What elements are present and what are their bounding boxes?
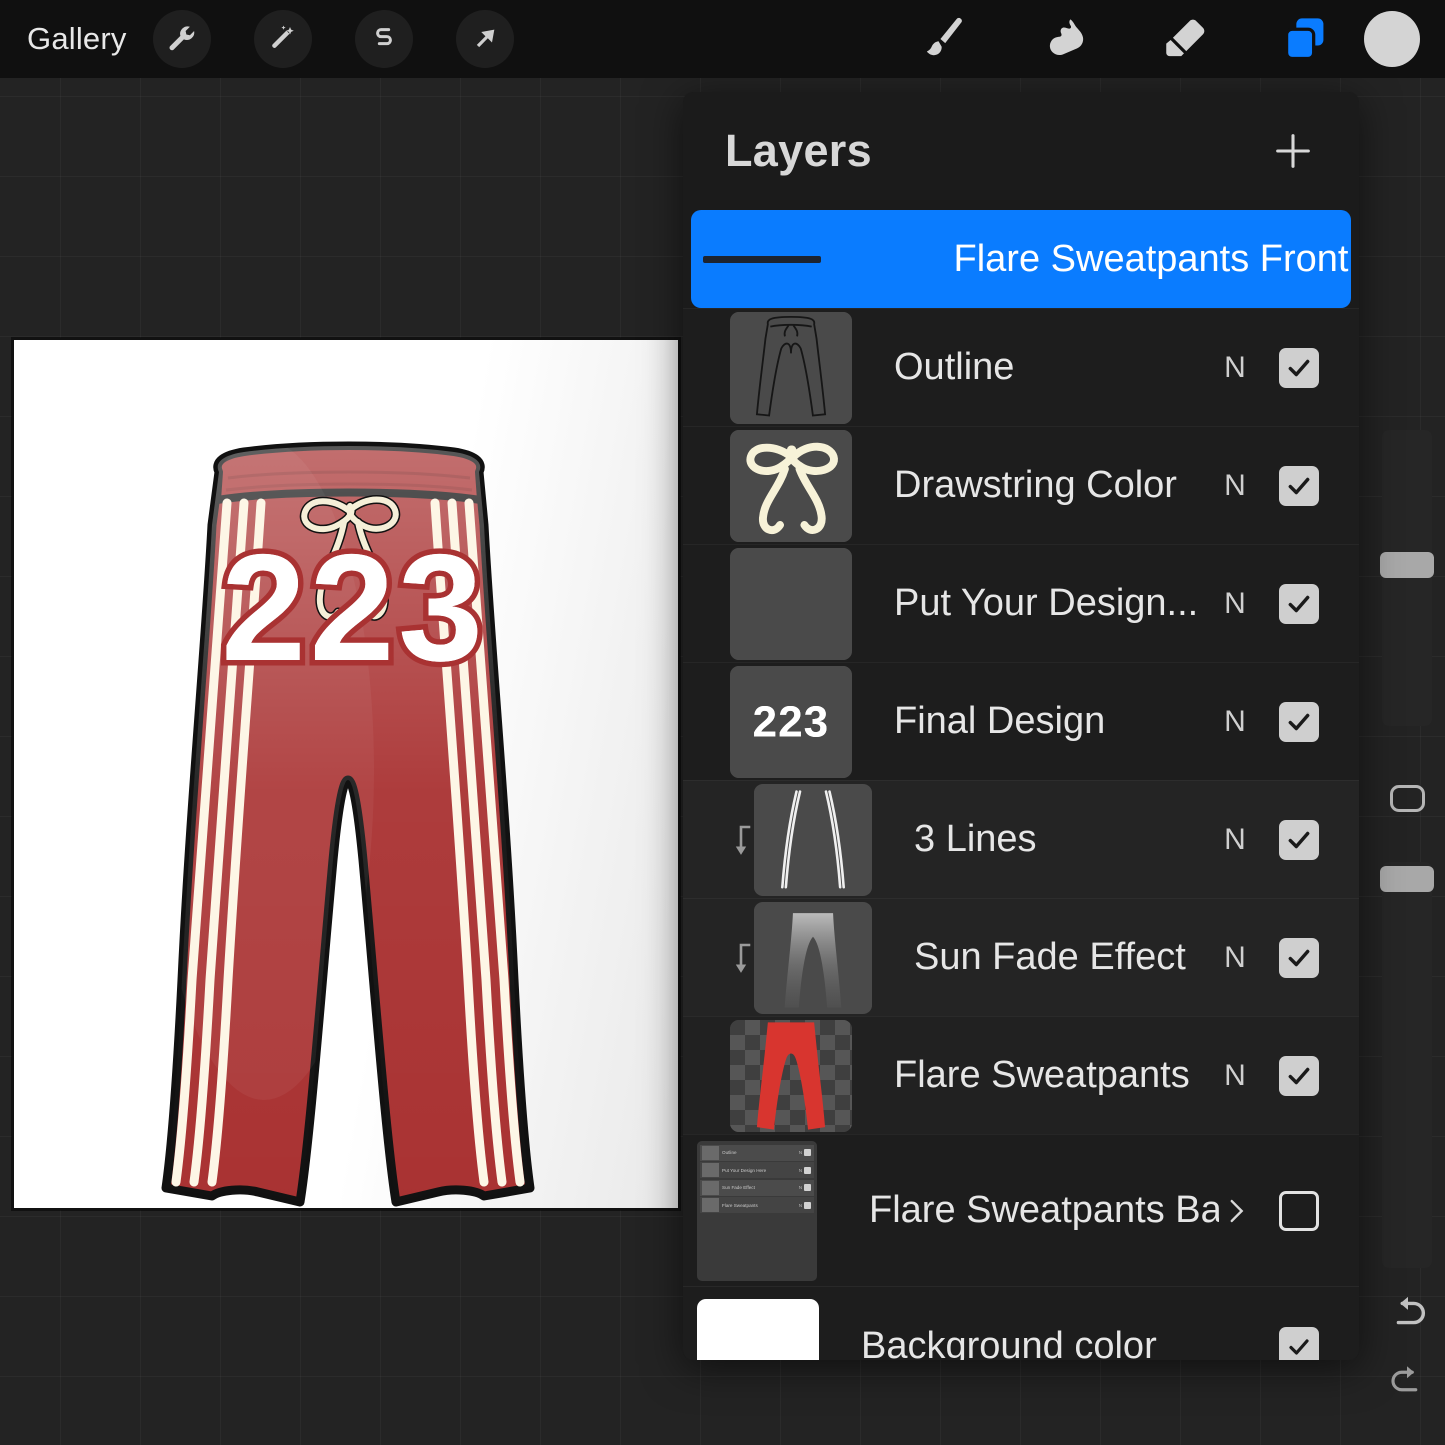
mini-thumbnail <box>702 1181 719 1195</box>
layer-thumbnail <box>730 430 852 542</box>
undo-button[interactable] <box>1385 1290 1431 1336</box>
layer-row-sun-fade-effect[interactable]: Sun Fade Effect N <box>683 898 1359 1016</box>
redo-button[interactable] <box>1385 1360 1429 1402</box>
clipping-mask-icon <box>728 941 754 975</box>
brush-opacity-slider[interactable] <box>1382 862 1432 1268</box>
layer-thumbnail <box>730 1020 852 1132</box>
mini-thumbnail <box>702 1163 719 1177</box>
layer-thumbnail: 223 223 <box>730 666 852 778</box>
background-color-swatch[interactable] <box>697 1299 819 1361</box>
mini-thumbnail <box>702 1198 719 1212</box>
blend-mode[interactable]: N <box>1205 469 1265 503</box>
layers-icon[interactable] <box>1274 8 1336 70</box>
svg-text:223: 223 <box>221 523 487 693</box>
mini-thumbnail <box>702 1146 719 1160</box>
layer-row-background-color[interactable]: Background color <box>683 1286 1359 1360</box>
brush-size-handle[interactable] <box>1380 552 1434 578</box>
layer-thumbnail <box>730 548 852 660</box>
svg-text:223: 223 <box>753 697 830 746</box>
top-toolbar: Gallery <box>0 0 1445 78</box>
layer-thumbnail <box>754 902 872 1014</box>
group-thumbnail <box>703 256 821 263</box>
color-swatch-button[interactable] <box>1364 11 1420 67</box>
list-item: Flare Sweatpants N <box>700 1197 814 1213</box>
layer-name: Final Design <box>894 700 1205 743</box>
chevron-right-icon[interactable] <box>1219 1189 1253 1233</box>
layers-panel: Layers Flare Sweatpants Front <box>683 92 1359 1360</box>
layer-visibility-checkbox[interactable] <box>1279 702 1319 742</box>
mini-layer-name: Flare Sweatpants <box>722 1203 799 1208</box>
gallery-button[interactable]: Gallery <box>27 21 127 57</box>
layer-thumbnail <box>754 784 872 896</box>
layer-visibility-checkbox[interactable] <box>1279 348 1319 388</box>
layer-group-label: Flare Sweatpants Back <box>869 1189 1219 1232</box>
layer-visibility-checkbox[interactable] <box>1279 466 1319 506</box>
layer-visibility-checkbox[interactable] <box>1279 584 1319 624</box>
layer-row-3-lines[interactable]: 3 Lines N <box>683 780 1359 898</box>
artwork-flare-sweatpants: 223 223 <box>14 340 680 1210</box>
layer-visibility-checkbox[interactable] <box>1279 1056 1319 1096</box>
layer-row-final-design[interactable]: 223 223 Final Design N <box>683 662 1359 780</box>
layer-group-label: Flare Sweatpants Front <box>821 238 1359 281</box>
blend-mode[interactable]: N <box>1205 823 1265 857</box>
blend-mode[interactable]: N <box>1205 1059 1265 1093</box>
layer-name: Put Your Design... <box>894 582 1205 625</box>
blend-mode[interactable]: N <box>1205 705 1265 739</box>
mini-blend-mode: N <box>799 1185 802 1190</box>
list-item: Put Your Design Here N <box>700 1162 814 1178</box>
mini-layer-name: Sun Fade Effect <box>722 1185 799 1190</box>
blend-mode[interactable]: N <box>1205 587 1265 621</box>
add-layer-button[interactable] <box>1270 128 1316 174</box>
transform-arrow-icon[interactable] <box>456 10 514 68</box>
mini-blend-mode: N <box>799 1168 802 1173</box>
layer-thumbnail <box>730 312 852 424</box>
layer-visibility-checkbox[interactable] <box>1279 1327 1319 1361</box>
mini-layer-name: Outline <box>722 1150 799 1155</box>
layer-row-put-your-design[interactable]: Put Your Design... N <box>683 544 1359 662</box>
mini-layer-name: Put Your Design Here <box>722 1168 799 1173</box>
layer-name: 3 Lines <box>914 818 1205 861</box>
brush-opacity-handle[interactable] <box>1380 866 1434 892</box>
list-item: Outline N <box>700 1145 814 1161</box>
mini-blend-mode: N <box>799 1150 802 1155</box>
magic-wand-icon[interactable] <box>254 10 312 68</box>
layer-name: Sun Fade Effect <box>914 936 1205 979</box>
mini-visibility-checkbox <box>804 1167 811 1174</box>
layer-visibility-checkbox[interactable] <box>1279 938 1319 978</box>
group-thumbnail: Outline N Put Your Design Here N Sun Fad… <box>697 1141 817 1281</box>
blend-mode[interactable]: N <box>1205 941 1265 975</box>
layer-name: Drawstring Color <box>894 464 1205 507</box>
layers-panel-header: Layers <box>683 92 1359 210</box>
paintbrush-icon[interactable] <box>914 8 976 70</box>
mini-visibility-checkbox <box>804 1184 811 1191</box>
layer-row-drawstring-color[interactable]: Drawstring Color N <box>683 426 1359 544</box>
clipping-mask-icon <box>728 823 754 857</box>
modify-button[interactable] <box>1390 785 1425 812</box>
layer-visibility-checkbox[interactable] <box>1279 1191 1319 1231</box>
eraser-icon[interactable] <box>1154 8 1216 70</box>
page-title: Layers <box>725 125 872 177</box>
layer-visibility-checkbox[interactable] <box>1279 820 1319 860</box>
mini-visibility-checkbox <box>804 1149 811 1156</box>
layer-row-flare-sweatpants[interactable]: Flare Sweatpants N <box>683 1016 1359 1134</box>
brush-size-slider[interactable] <box>1382 430 1432 726</box>
blend-mode[interactable]: N <box>1205 351 1265 385</box>
layer-row-outline[interactable]: Outline N <box>683 308 1359 426</box>
selection-icon[interactable] <box>355 10 413 68</box>
layer-name: Flare Sweatpants <box>894 1054 1205 1097</box>
drawing-canvas[interactable]: 223 223 <box>12 338 680 1210</box>
mini-blend-mode: N <box>799 1203 802 1208</box>
layer-group-flare-sweatpants-front[interactable]: Flare Sweatpants Front <box>691 210 1351 308</box>
list-item: Sun Fade Effect N <box>700 1180 814 1196</box>
wrench-icon[interactable] <box>153 10 211 68</box>
layer-name: Background color <box>861 1325 1279 1360</box>
layer-group-flare-sweatpants-back[interactable]: Outline N Put Your Design Here N Sun Fad… <box>683 1134 1359 1286</box>
smudge-icon[interactable] <box>1034 8 1096 70</box>
layer-name: Outline <box>894 346 1205 389</box>
mini-visibility-checkbox <box>804 1202 811 1209</box>
right-sidebar <box>1377 430 1437 1330</box>
